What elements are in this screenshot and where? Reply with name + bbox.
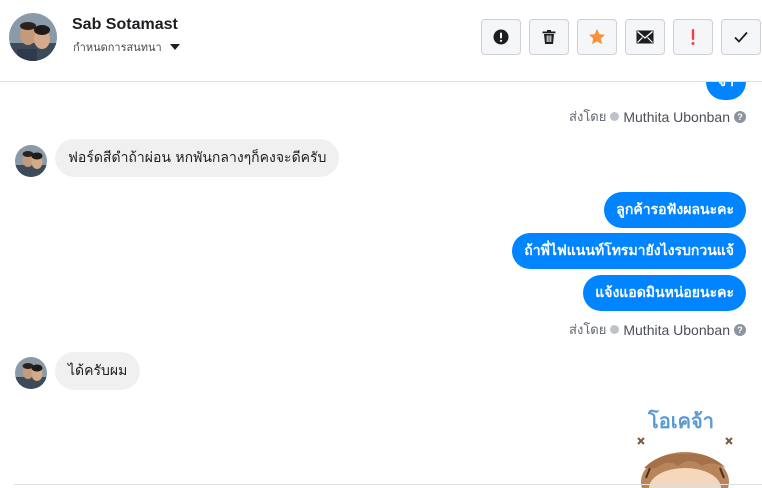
agent-name[interactable]: Muthita Ubonban [623, 109, 730, 125]
conversation-toolbar [481, 19, 761, 55]
message-text: ลูกค้ารอฟังผลนะคะ [616, 202, 734, 218]
mark-spam-button[interactable] [481, 19, 521, 55]
mark-done-button[interactable] [721, 19, 761, 55]
trash-icon [542, 30, 556, 44]
delete-button[interactable] [529, 19, 569, 55]
outgoing-message[interactable]: ลูกค้ารอฟังผลนะคะ [604, 192, 746, 228]
incoming-message[interactable]: ฟอร์ดสีดำถ้าผ่อน หกพันกลางๆก็คงจะดีครับ [55, 139, 340, 177]
alert-circle-icon [493, 29, 509, 45]
outgoing-message[interactable]: ถ้าพี่ไฟแนนท์โทรมายังไงรบกวนแจ้ [512, 233, 746, 269]
conversation-header: Sab Sotamast กำหนดการสนทนา [0, 0, 762, 82]
agent-name[interactable]: Muthita Ubonban [623, 322, 730, 338]
assign-conversation-dropdown[interactable]: กำหนดการสนทนา [73, 38, 180, 56]
mark-important-button[interactable] [673, 19, 713, 55]
checkmark-icon [734, 31, 748, 43]
incoming-message[interactable]: ได้ครับผม [55, 352, 141, 390]
message-text: ฟอร์ดสีดำถ้าผ่อน หกพันกลางๆก็คงจะดีครับ [68, 150, 327, 166]
agent-dot-icon [610, 112, 620, 121]
star-icon [589, 29, 605, 45]
envelope-icon [636, 30, 654, 44]
caret-down-icon [169, 44, 180, 50]
contact-avatar-small[interactable] [15, 145, 47, 177]
contact-avatar-small[interactable] [15, 357, 47, 389]
contact-name[interactable]: Sab Sotamast [72, 16, 178, 34]
message-text: จ้า [717, 82, 734, 90]
exclamation-icon [691, 29, 695, 45]
agent-dot-icon [610, 325, 620, 334]
sticker-message[interactable]: โอเคจ้า [630, 404, 740, 488]
star-button[interactable] [577, 19, 617, 55]
sent-by-label: ส่งโดย [569, 110, 607, 125]
message-text: แจ้งแอดมินหน่อยนะคะ [595, 285, 734, 301]
contact-avatar[interactable] [9, 13, 57, 61]
sent-by-info: ส่งโดย Muthita Ubonban ? [569, 106, 746, 127]
mark-unread-button[interactable] [625, 19, 665, 55]
sticker-text: โอเคจ้า [647, 409, 714, 433]
sent-by-info: ส่งโดย Muthita Ubonban ? [569, 319, 746, 340]
outgoing-message[interactable]: แจ้งแอดมินหน่อยนะคะ [583, 275, 746, 311]
help-icon[interactable]: ? [734, 323, 746, 336]
message-thread[interactable]: จ้า ส่งโดย Muthita Ubonban ? ฟอร์ดสีดำถ้… [0, 82, 762, 488]
help-icon[interactable]: ? [734, 110, 746, 123]
sent-by-label: ส่งโดย [569, 323, 607, 338]
message-text: ได้ครับผม [68, 363, 128, 379]
composer-divider [14, 484, 762, 485]
outgoing-message[interactable]: จ้า [705, 82, 746, 100]
message-text: ถ้าพี่ไฟแนนท์โทรมายังไงรบกวนแจ้ [524, 243, 734, 259]
assign-label: กำหนดการสนทนา [73, 41, 162, 54]
